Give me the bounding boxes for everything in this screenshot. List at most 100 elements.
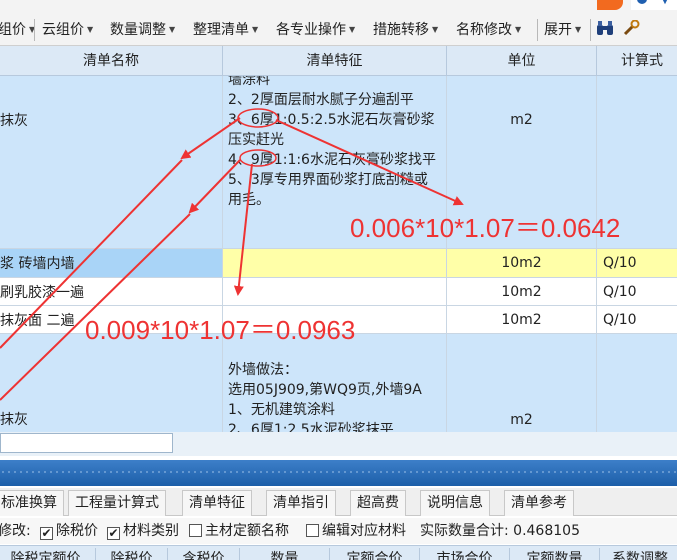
tax-excluded-option[interactable]: ✔ 除税价 [40,521,98,541]
splitter-grip [0,469,677,477]
column-header-quota-total[interactable]: 定额合价 [330,548,420,560]
option-label: 除税价 [56,523,98,539]
toolbar-label: 数量调整 [110,22,166,38]
toolbar-label: 组价 [0,22,26,38]
feature-line: 1、无机建筑涂料 [228,402,335,418]
main-quota-name-option[interactable]: 主材定额名称 [189,521,289,541]
tab-description[interactable]: 说明信息 [420,490,490,516]
calculation-annotation: 0.006*10*1.07＝0.0642 [350,213,621,243]
toolbar-separator [34,19,35,41]
column-header-formula[interactable]: 计算式 [597,46,677,76]
cell-formula[interactable] [597,334,677,432]
cell-name[interactable]: 刷乳胶漆一遍 [0,278,223,305]
edit-material-checkbox[interactable] [306,524,319,537]
option-label: 材料类别 [123,523,179,539]
cell-features[interactable]: 外墙做法： 选用05J909,第WQ9页,外墙9A 1、无机建筑涂料 2、6厚1… [223,334,447,432]
tab-standard-conversion[interactable]: 标准换算 [0,490,64,516]
dropdown-caret-icon: ▼ [252,25,259,34]
toolbar-label: 措施转移 [373,22,429,38]
column-header-quota-quantity[interactable]: 定额数量 [510,548,600,560]
feature-line: 4、9厚1:1:6水泥石灰膏砂浆找平 [228,152,436,168]
toolbar-tidy-list[interactable]: 整理清单 ▼ [193,19,258,41]
options-row: 修改: ✔ 除税价 ✔ 材料类别 主材定额名称 编辑对应材料 实际数量合计: 0.4… [0,518,677,544]
table-row[interactable]: 抹灰 外墙做法： 选用05J909,第WQ9页,外墙9A 1、无机建筑涂料 2、… [0,334,677,432]
cell-formula[interactable]: Q/10 [597,278,677,305]
column-header-unit[interactable]: 单位 [447,46,597,76]
table-row[interactable]: 浆 砖墙内墙 10m2 Q/10 [0,249,677,278]
cell-unit[interactable]: m2 [447,334,597,432]
feature-line: 用毛。 [228,192,270,208]
brand-logo [597,0,677,10]
toolbar-label: 展开 [544,22,572,38]
option-label: 主材定额名称 [205,523,289,539]
column-header-tax-included-price[interactable]: 含税价 [168,548,240,560]
cell-formula[interactable]: Q/10 [597,249,677,277]
toolbar-expand[interactable]: 展开 ▼ [544,19,581,41]
cell-name[interactable]: 抹灰 [0,334,223,432]
feature-line: 选用05J909,第WQ9页,外墙9A [228,382,422,398]
feature-line: 2、2厚面层耐水腻子分遍刮平 [228,92,414,108]
dropdown-caret-icon: ▼ [575,25,582,34]
feature-line: 外墙做法： [228,362,298,378]
dropdown-caret-icon: ▼ [432,25,439,34]
dropdown-caret-icon: ▼ [515,25,522,34]
actual-quantity-total: 实际数量合计: 0.468105 [420,521,580,541]
tax-excluded-checkbox[interactable]: ✔ [40,527,53,540]
quick-input-strip [0,432,677,456]
column-header-quota-price[interactable]: 除税定额价 [0,548,96,560]
calculation-annotation: 0.009*10*1.07＝0.0963 [85,315,356,345]
cell-name[interactable]: 浆 砖墙内墙 [0,249,223,277]
actual-qty-value: 0.468105 [513,523,580,539]
material-category-checkbox[interactable]: ✔ [107,527,120,540]
tab-list-features[interactable]: 清单特征 [182,490,252,516]
dropdown-caret-icon: ▼ [87,25,94,34]
table-row[interactable]: 刷乳胶漆一遍 10m2 Q/10 [0,278,677,306]
quick-input[interactable] [0,433,173,453]
cell-name[interactable]: 抹灰 [0,76,223,248]
option-label: 编辑对应材料 [322,523,406,539]
toolbar-label: 各专业操作 [276,22,346,38]
column-header-market-total[interactable]: 市场合价 [420,548,510,560]
tab-quantity-formula[interactable]: 工程量计算式 [68,490,166,516]
cell-unit[interactable]: 10m2 [447,306,597,333]
toolbar: 组价 ▼ 云组价 ▼ 数量调整 ▼ 整理清单 ▼ 各专业操作 ▼ 措施转移 ▼ 名称修改 ▼ … [0,0,677,46]
tab-overheight-fee[interactable]: 超高费 [350,490,406,516]
toolbar-rename[interactable]: 名称修改 ▼ [456,19,521,41]
tab-list-guide[interactable]: 清单指引 [266,490,336,516]
dropdown-caret-icon: ▼ [169,25,176,34]
column-header-tax-excluded-price[interactable]: 除税价 [96,548,168,560]
main-quota-name-checkbox[interactable] [189,524,202,537]
column-header-coefficient[interactable]: 系数调整 [600,548,677,560]
tool-icon[interactable] [623,19,641,40]
tab-list-reference[interactable]: 清单参考 [504,490,574,516]
feature-line: 5、3厚专用界面砂浆打底刮糙或 [228,172,428,188]
toolbar-qty-adjust[interactable]: 数量调整 ▼ [110,19,175,41]
feature-line: 压实赶光 [228,132,284,148]
grid-header: 清单名称 清单特征 单位 计算式 [0,46,677,76]
column-header-name[interactable]: 清单名称 [0,46,223,76]
toolbar-label: 名称修改 [456,22,512,38]
bottom-tab-bar: 标准换算 工程量计算式 清单特征 清单指引 超高费 说明信息 清单参考 [0,488,677,516]
cell-features[interactable] [223,249,447,277]
binoculars-icon[interactable] [596,20,614,40]
toolbar-separator [537,19,538,41]
actual-qty-label: 实际数量合计: [420,523,509,539]
detail-grid-header: 除税定额价 除税价 含税价 数量 定额合价 市场合价 定额数量 系数调整 [0,545,677,560]
toolbar-label: 云组价 [42,22,84,38]
dropdown-caret-icon: ▼ [349,25,356,34]
edit-material-option[interactable]: 编辑对应材料 [306,521,406,541]
toolbar-group-price[interactable]: 组价 ▼ [0,19,35,41]
cell-formula[interactable]: Q/10 [597,306,677,333]
cell-unit[interactable]: 10m2 [447,278,597,305]
column-header-quantity[interactable]: 数量 [240,548,330,560]
toolbar-specialty-ops[interactable]: 各专业操作 ▼ [276,19,355,41]
toolbar-measure-transfer[interactable]: 措施转移 ▼ [373,19,438,41]
pane-splitter[interactable] [0,460,677,486]
cell-unit[interactable]: 10m2 [447,249,597,277]
column-header-features[interactable]: 清单特征 [223,46,447,76]
material-category-option[interactable]: ✔ 材料类别 [107,521,179,541]
toolbar-cloud-price[interactable]: 云组价 ▼ [42,19,93,41]
toolbar-separator [590,19,591,41]
cell-features[interactable] [223,278,447,305]
options-prefix: 修改: [0,523,31,539]
